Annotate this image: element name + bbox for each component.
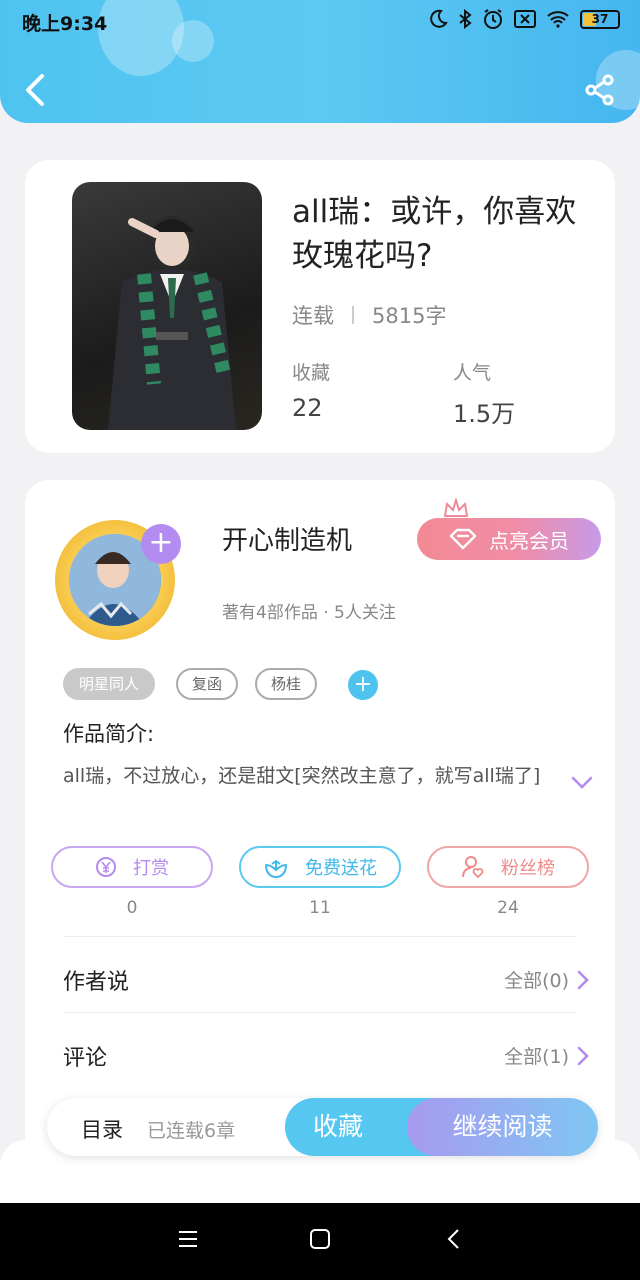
tag-item[interactable]: 复函: [176, 668, 238, 700]
tip-button[interactable]: 打赏: [51, 846, 213, 888]
author-says-all-link[interactable]: 全部(0): [504, 966, 589, 993]
tag-item[interactable]: 明星同人: [63, 668, 155, 700]
fan-ranking-label: 粉丝榜: [501, 858, 555, 879]
bottom-action-bar: 目录 已连载6章 收藏 继续阅读: [47, 1098, 598, 1156]
comments-title: 评论: [63, 1046, 108, 1071]
book-status-row: 连载 5815字: [292, 300, 446, 330]
battery-icon: 37: [580, 9, 620, 29]
favorites-count: 22: [292, 394, 323, 422]
tip-count: 0: [126, 898, 138, 918]
popularity-count: 1.5万: [453, 400, 516, 428]
crown-icon: [443, 498, 469, 517]
wifi-icon: [547, 11, 569, 28]
comments-all-link[interactable]: 全部(1): [504, 1042, 589, 1069]
moon-icon: [430, 9, 448, 28]
share-icon[interactable]: [584, 74, 616, 106]
back-arrow-icon[interactable]: [22, 72, 50, 108]
yen-coin-icon: [96, 857, 116, 877]
intro-text: all瑞，不过放心，还是甜文[突然改主意了，就写all瑞了]: [63, 765, 541, 787]
bluetooth-icon: [459, 9, 472, 29]
decor-bubble: [98, 0, 184, 76]
continue-reading-button[interactable]: 继续阅读: [407, 1098, 598, 1156]
alarm-icon: [484, 9, 502, 29]
chevron-right-icon: [577, 1046, 589, 1065]
book-title: all瑞：或许，你喜欢玫瑰花吗?: [292, 194, 577, 274]
send-flower-button[interactable]: 免费送花: [239, 846, 401, 888]
comments-all-label: 全部(1): [504, 1046, 569, 1068]
author-says-all-label: 全部(0): [504, 970, 569, 992]
divider: [63, 1012, 577, 1013]
intro-label: 作品简介:: [63, 722, 155, 746]
fan-ranking-count: 24: [497, 898, 519, 918]
menu-icon[interactable]: [176, 1227, 200, 1251]
divider: [63, 936, 577, 937]
book-info-card: all瑞：或许，你喜欢玫瑰花吗? 连载 5815字 收藏 22 人气 1.5万: [25, 160, 615, 453]
chevron-down-icon[interactable]: [571, 776, 593, 790]
decor-bubble: [172, 20, 214, 62]
fan-ranking-button[interactable]: 粉丝榜: [427, 846, 589, 888]
user-heart-icon: [462, 856, 484, 879]
back-icon[interactable]: [442, 1227, 466, 1251]
follow-author-button[interactable]: +: [141, 524, 181, 564]
chapter-count: 已连载6章: [147, 1120, 236, 1142]
chevron-right-icon: [577, 970, 589, 989]
home-icon[interactable]: [308, 1227, 332, 1251]
become-vip-button[interactable]: 点亮会员: [417, 518, 601, 560]
system-nav-bar: [0, 1203, 640, 1280]
author-meta: 著有4部作品 · 5人关注: [222, 603, 396, 623]
table-of-contents-button[interactable]: 目录: [81, 1114, 123, 1144]
author-says-title: 作者说: [63, 970, 130, 995]
diamond-icon: [449, 528, 477, 550]
cover-illustration: [108, 216, 236, 430]
flower-icon: [265, 860, 287, 878]
top-header: 晚上9:34 37: [0, 0, 640, 123]
flower-count: 11: [309, 898, 331, 918]
word-count: 5815字: [372, 304, 447, 328]
favorites-label: 收藏: [292, 362, 331, 384]
serial-status: 连载: [292, 304, 334, 328]
status-time: 晚上9:34: [22, 13, 108, 35]
send-flower-label: 免费送花: [305, 858, 377, 879]
divider: [352, 306, 354, 324]
status-icons: 37: [428, 8, 620, 30]
tip-label: 打赏: [133, 858, 169, 879]
sim-off-icon: [514, 10, 536, 28]
popularity-label: 人气: [453, 362, 492, 384]
tag-item[interactable]: 杨桂: [255, 668, 317, 700]
book-cover-image[interactable]: [72, 182, 262, 430]
author-name[interactable]: 开心制造机: [222, 520, 352, 557]
vip-label: 点亮会员: [489, 528, 569, 553]
add-tag-button[interactable]: +: [348, 670, 378, 700]
